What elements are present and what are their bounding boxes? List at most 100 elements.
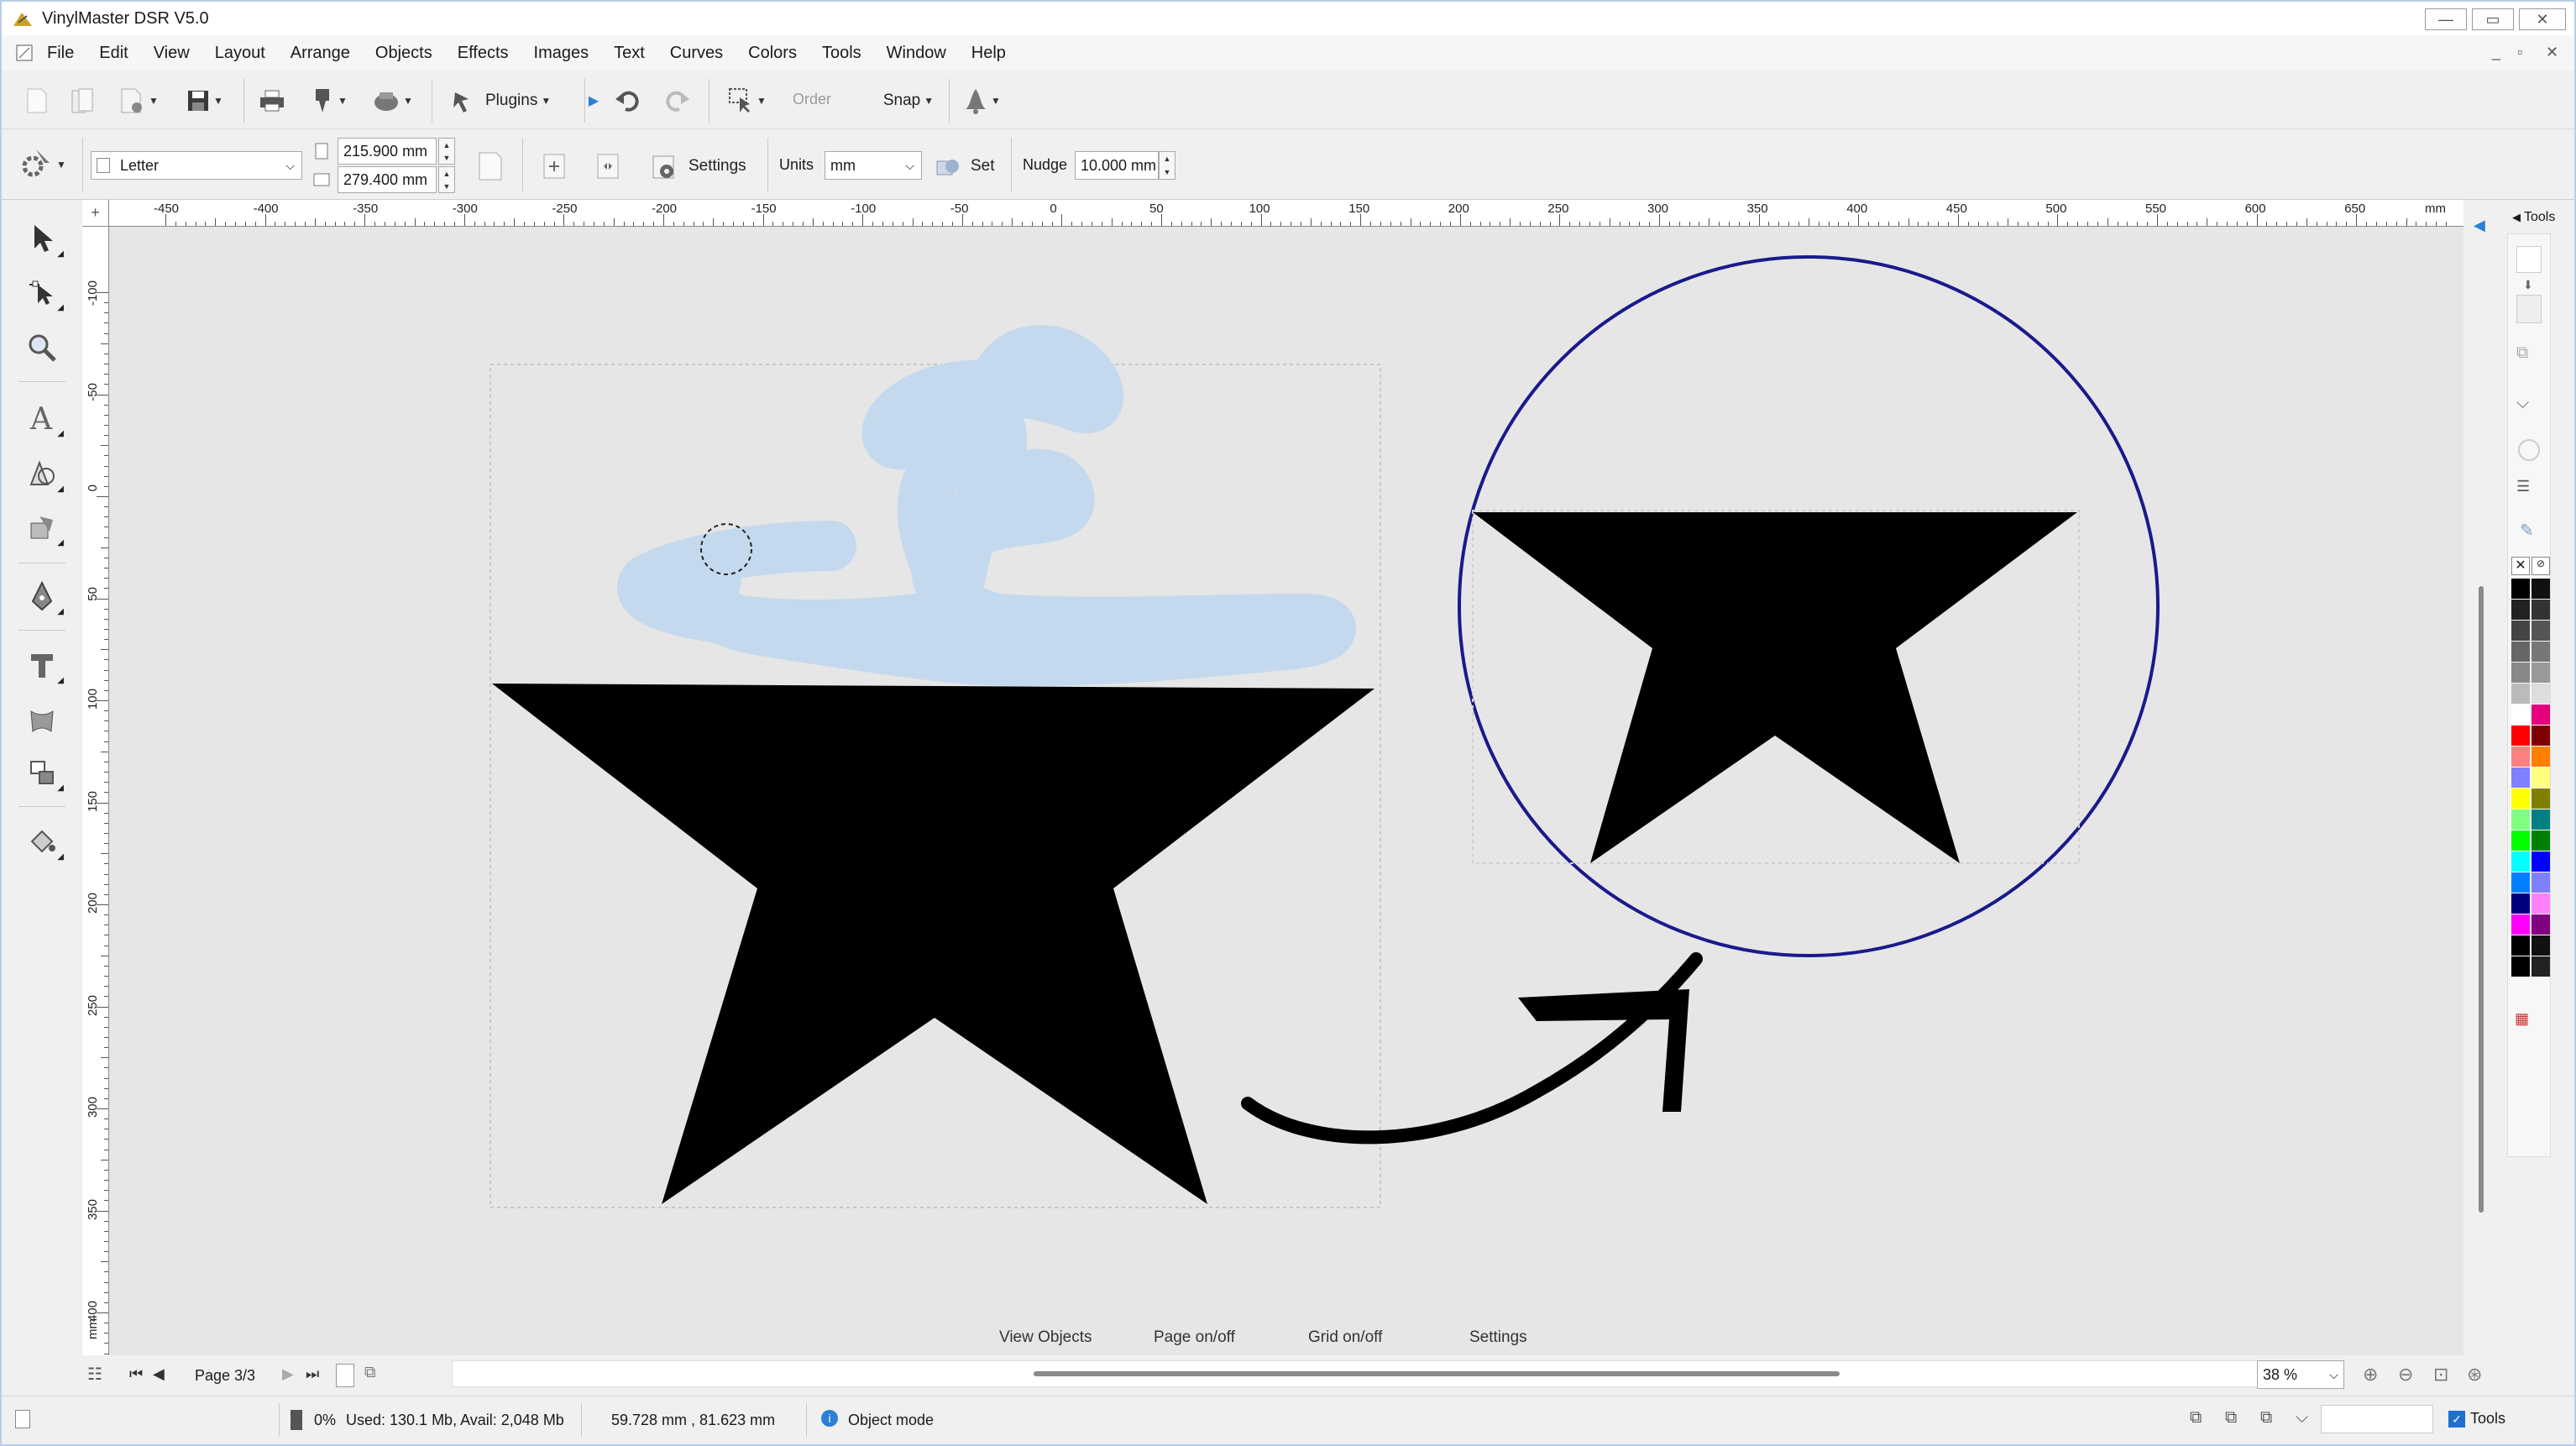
page-toggle-button[interactable]: Page on/off [1154,1328,1235,1347]
transform-tool-icon[interactable]: ◢ [20,751,64,794]
color-swatch[interactable] [2511,621,2530,641]
zoom-tool-icon[interactable] [20,326,64,369]
height-spinner[interactable]: ▲ ▼ [438,166,455,193]
drawing-canvas[interactable] [109,227,2463,1310]
menu-arrange[interactable]: Arrange [291,44,350,63]
add-page-icon[interactable] [536,149,573,183]
canvas-settings-button[interactable]: Settings [1469,1328,1527,1347]
previous-page-icon[interactable]: ◀ [153,1365,165,1383]
lines-icon[interactable]: ☰ [2516,478,2542,498]
node-edit-tool-icon[interactable]: ◢ [20,270,64,314]
color-swatch[interactable] [2511,747,2530,767]
status-input[interactable] [2321,1405,2433,1433]
layer-icon[interactable] [2516,295,2542,323]
plotter-icon[interactable]: ▼ [369,84,416,118]
page-orientation-icon[interactable] [472,149,509,183]
page-height-input[interactable]: 279.400 mm [338,166,437,193]
nudge-input[interactable]: 10.000 mm [1075,151,1159,180]
combine-icon[interactable]: ⧉ [2260,1408,2272,1428]
color-swatch[interactable] [2531,684,2550,704]
zoom-out-icon[interactable]: ⊖ [2398,1364,2413,1386]
play-arrow-icon[interactable]: ▶ [588,91,599,111]
color-swatch[interactable] [2511,851,2530,872]
mdi-restore-icon[interactable]: ▫ [2517,44,2522,61]
mdi-close-icon[interactable]: ✕ [2546,44,2558,61]
zoom-page-icon[interactable]: ⊡ [2433,1364,2448,1386]
menu-objects[interactable]: Objects [375,44,432,63]
color-swatch[interactable] [2511,705,2530,725]
pen-tool-icon[interactable]: ◢ [20,574,64,618]
menu-layout[interactable]: Layout [215,44,265,63]
snap-button[interactable]: Snap ▼ [875,84,942,118]
contour-tool-icon[interactable]: ◢ [20,506,64,549]
color-swatch[interactable] [2511,830,2530,851]
color-swatch[interactable] [2531,663,2550,683]
color-swatch[interactable] [2511,914,2530,935]
arrow-down-icon[interactable]: ⬇ [2523,278,2533,292]
color-swatch[interactable] [2531,768,2550,788]
color-swatch[interactable] [2531,872,2550,893]
page-width-input[interactable]: 215.900 mm [338,138,437,165]
undo-icon[interactable] [610,84,647,118]
zoom-select[interactable]: 38 % ⌵ [2257,1360,2344,1389]
color-swatch[interactable] [2531,600,2550,620]
color-swatch[interactable] [2511,809,2530,830]
menu-colors[interactable]: Colors [748,44,797,63]
settings-button[interactable]: Settings [650,149,784,183]
units-select[interactable]: mm ⌵ [825,151,922,180]
color-swatch[interactable] [2531,579,2550,599]
horizontal-scrollbar[interactable] [452,1360,2336,1387]
next-page-icon[interactable]: ▶ [282,1365,294,1383]
vertical-scrollbar[interactable]: ◀ [2463,200,2489,1355]
align-icon[interactable]: ⧉ [2190,1408,2202,1428]
close-button[interactable]: ✕ [2519,8,2566,30]
arrow-shape[interactable] [1241,952,1703,1145]
funnel-icon[interactable]: ⌵ [2516,394,2542,419]
no-stroke-swatch[interactable]: ⊘ [2531,557,2550,575]
zoom-in-icon[interactable]: ⊕ [2363,1364,2378,1386]
last-page-icon[interactable]: ⏭ [306,1365,319,1383]
collapse-dock-icon[interactable]: ◀ [2474,217,2485,234]
color-swatch[interactable] [2511,935,2530,956]
envelope-tool-icon[interactable] [20,699,64,742]
menu-view[interactable]: View [154,44,190,63]
palette-options-icon[interactable]: ▦ [2515,1010,2545,1035]
color-swatch[interactable] [2531,830,2550,851]
ruler-origin-icon[interactable]: + [82,200,109,227]
horizontal-ruler[interactable]: -450 -400 -350 -300 -250 -200 -150 -100 -50 0 50 10… [82,200,2463,227]
color-swatch[interactable] [2511,956,2530,977]
tool-options-icon[interactable]: ▼ [13,146,72,183]
color-swatch[interactable] [2511,684,2530,704]
color-swatch[interactable] [2531,809,2550,830]
plugins-button[interactable]: Plugins ▼ [452,84,578,118]
no-fill-swatch[interactable]: ✕ [2511,557,2530,575]
fill-tool-icon[interactable]: ◢ [20,820,64,863]
redo-icon[interactable] [658,84,695,118]
vertical-ruler[interactable]: -100 -50 0 50 100 150 200 250 300 350 400 mm [82,227,109,1355]
tools-dock-tab[interactable]: ◀ Tools [2512,210,2555,225]
color-swatch[interactable] [2531,747,2550,767]
color-swatch[interactable] [2511,893,2530,914]
color-swatch[interactable] [2511,768,2530,788]
color-swatch[interactable] [2531,621,2550,641]
weld-icon[interactable]: ⌵ [2296,1408,2308,1428]
color-swatch[interactable] [2511,663,2530,683]
menu-curves[interactable]: Curves [670,44,723,63]
maximize-button[interactable]: ▭ [2472,8,2514,30]
circle-option-icon[interactable] [2518,439,2540,461]
color-swatch[interactable] [2531,956,2550,977]
color-swatch[interactable] [2511,579,2530,599]
shape-tool-icon[interactable]: ◢ [20,452,64,495]
width-spinner[interactable]: ▲ ▼ [438,138,455,165]
menu-file[interactable]: File [47,44,74,63]
first-page-icon[interactable]: ⏮ [129,1365,143,1383]
color-swatch[interactable] [2531,705,2550,725]
bell-icon[interactable]: ▼ [959,84,1006,118]
templates-icon[interactable] [65,84,99,118]
nudge-spinner[interactable]: ▲ ▼ [1159,151,1175,180]
print-icon[interactable] [254,84,291,118]
add-page-icon-small[interactable] [336,1364,354,1387]
new-document-icon[interactable] [20,84,54,118]
text-tool-icon[interactable]: A ◢ [20,396,64,440]
document-menu-icon[interactable] [15,44,34,62]
